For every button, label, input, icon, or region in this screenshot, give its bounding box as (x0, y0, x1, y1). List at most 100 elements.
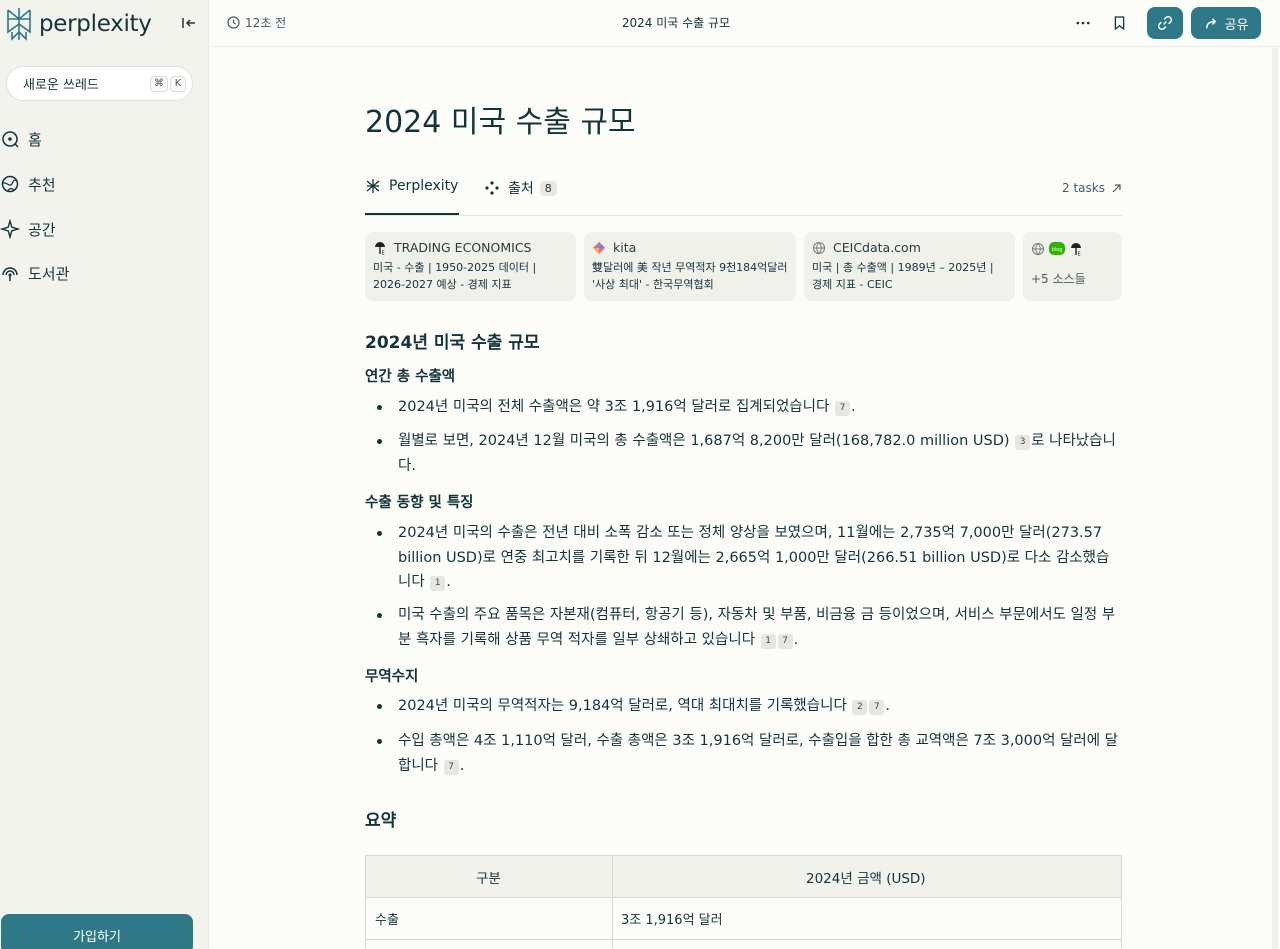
shortcut-key: K (170, 76, 186, 92)
new-thread-button[interactable]: 새로운 쓰레드 ⌘ K (6, 66, 193, 101)
brand-logo[interactable]: perplexity (5, 6, 152, 42)
table-cell (366, 940, 613, 949)
home-compass-icon (2, 131, 19, 148)
tab-perplexity-label: Perplexity (389, 178, 459, 194)
citation-badge[interactable]: 7 (777, 633, 793, 649)
signup-button[interactable]: 가입하기 (1, 914, 193, 949)
collapse-icon (182, 18, 195, 28)
page-title: 2024 미국 수출 규모 (365, 105, 636, 140)
table-row: 수출 3조 1,916억 달러 (366, 898, 1121, 940)
source-title: 雙달러에 美 작년 무역적자 9천184억달러 '사상 최대' - 한국무역협회 (592, 261, 788, 291)
share-arrow-icon (1205, 17, 1216, 28)
list-item-text: 미국 수출의 주요 품목은 자본재(컴퓨터, 항공기 등), 자동차 및 부품,… (398, 607, 1116, 648)
sparkle-icon (0, 219, 20, 239)
bookmark-button[interactable] (1108, 12, 1130, 34)
thread-title: 2024 미국 수출 규모 (621, 16, 731, 30)
list-item: 미국 수출의 주요 품목은 자본재(컴퓨터, 항공기 등), 자동차 및 부품,… (365, 603, 1122, 652)
perplexity-small-icon (366, 179, 380, 193)
more-sources-label: +5 소스들 (1031, 272, 1086, 286)
share-button[interactable]: 공유 (1191, 7, 1261, 39)
source-site: kita (613, 240, 637, 255)
subheading-annual-exports: 연간 총 수출액 (365, 369, 456, 385)
list-item: 2024년 미국의 무역적자는 9,184억 달러로, 역대 최대치를 기록했습… (365, 694, 1122, 719)
citation-badge[interactable]: 2 (852, 700, 868, 715)
naver-blog-favicon-icon: blog (1049, 242, 1065, 255)
tab-sources[interactable]: 출처 8 (484, 178, 557, 198)
globe-icon (1, 175, 19, 193)
list-item: 2024년 미국의 수출은 전년 대비 소폭 감소 또는 정체 양상을 보였으며… (365, 521, 1122, 595)
active-tab-indicator (365, 213, 459, 215)
table-cell: 수출 (366, 898, 613, 939)
tab-perplexity[interactable]: Perplexity (365, 178, 458, 194)
kita-favicon-icon (593, 241, 605, 254)
citation-badge[interactable]: 7 (443, 759, 459, 775)
tasks-link[interactable]: 2 tasks (1062, 181, 1122, 195)
citation-badge[interactable]: 3 (1015, 435, 1031, 450)
share-label: 공유 (1224, 17, 1249, 33)
list-item: 수입 총액은 4조 1,110억 달러, 수출 총액은 3조 1,916억 달러… (365, 729, 1122, 778)
sources-icon (485, 181, 499, 195)
link-icon (1157, 15, 1173, 31)
subheading-export-trends: 수출 동향 및 특징 (365, 495, 474, 511)
table-header-cell: 구분 (366, 856, 613, 897)
table-cell: 3조 1,916억 달러 (621, 913, 723, 928)
citation-badge[interactable]: 1 (760, 633, 776, 649)
citation-badge[interactable]: 7 (834, 401, 850, 416)
source-card[interactable]: E TRADING ECONOMICS 미국 - 수출 | 1950-2025 … (365, 232, 576, 301)
nav-spaces[interactable]: 공간 (0, 215, 56, 243)
source-title: 미국 | 총 수출액 | 1989년 – 2025년 | 경제 지표 - CEI… (812, 261, 994, 291)
arrow-up-right-icon (1112, 183, 1121, 192)
nav-home-label: 홈 (28, 130, 42, 149)
list-item-text: 수입 총액은 4조 1,110억 달러, 수출 총액은 3조 1,916억 달러… (398, 733, 1119, 774)
list-item-text: 2024년 미국의 전체 수출액은 약 3조 1,916억 달러로 집계되었습니… (398, 399, 830, 415)
list-item-text: 2024년 미국의 무역적자는 9,184억 달러로, 역대 최대치를 기록했습… (398, 698, 847, 714)
nav-library-label: 도서관 (28, 264, 70, 283)
more-options-button[interactable] (1072, 12, 1094, 34)
source-head: CEICdata.com (812, 240, 1007, 255)
nav-discover-label: 추천 (28, 175, 56, 194)
subheading-trade-balance: 무역수지 (365, 669, 419, 685)
svg-text:E: E (382, 250, 385, 255)
nav-home[interactable]: 홈 (0, 125, 42, 153)
citation-badge[interactable]: 7 (869, 700, 885, 715)
trading-economics-favicon-icon: E (375, 241, 385, 255)
source-head: E TRADING ECONOMICS (373, 240, 568, 255)
globe-favicon-icon (1032, 243, 1044, 256)
top-bar: 12초 전 2024 미국 수출 규모 공유 (210, 0, 1280, 47)
nav-discover[interactable]: 추천 (0, 170, 56, 198)
answer-tabs: Perplexity 출처 8 2 tasks (365, 174, 1122, 216)
globe-favicon-icon (813, 241, 825, 254)
table-cell (613, 940, 1121, 949)
source-card[interactable]: CEICdata.com 미국 | 총 수출액 | 1989년 – 2025년 … (804, 232, 1015, 301)
new-thread-label: 새로운 쓰레드 (23, 78, 99, 93)
sidebar: perplexity 새로운 쓰레드 ⌘ K 홈 추천 공간 도서관 가입하기 (0, 0, 209, 949)
source-card[interactable]: kita 雙달러에 美 작년 무역적자 9천184억달러 '사상 최대' - 한… (584, 232, 796, 301)
section-title: 2024년 미국 수출 규모 (365, 333, 540, 353)
nav-library[interactable]: 도서관 (0, 259, 69, 287)
summary-heading: 요약 (365, 811, 397, 831)
table-header-cell: 2024년 금액 (USD) (613, 856, 1121, 897)
more-sources-card[interactable]: blog E +5 소스들 (1023, 232, 1122, 301)
source-title: 미국 - 수출 | 1950-2025 데이터 | 2026-2027 예상 -… (373, 261, 537, 291)
tab-sources-label: 출처 (508, 181, 534, 197)
shortcut-cmd: ⌘ (150, 76, 168, 92)
citation-badge[interactable]: 1 (430, 576, 446, 591)
list-item: 2024년 미국의 전체 수출액은 약 3조 1,916억 달러로 집계되었습니… (365, 395, 1122, 420)
summary-table: 구분 2024년 금액 (USD) 수출 3조 1,916억 달러 (365, 855, 1122, 949)
trading-economics-favicon-icon: E (1071, 243, 1081, 257)
ellipsis-icon (1076, 21, 1090, 25)
svg-text:E: E (1078, 252, 1081, 257)
bookmark-icon (1114, 16, 1124, 30)
copy-link-button[interactable] (1147, 7, 1183, 39)
nav-spaces-label: 공간 (28, 220, 56, 239)
scrollbar[interactable] (1272, 48, 1278, 949)
more-sources-icons: blog E (1031, 241, 1114, 257)
collapse-sidebar-button[interactable] (180, 14, 198, 32)
table-header-row: 구분 2024년 금액 (USD) (366, 856, 1121, 898)
blog-badge-text: blog (1052, 247, 1063, 253)
list-item: 월별로 보면, 2024년 12월 미국의 총 수출액은 1,687억 8,20… (365, 429, 1122, 478)
perplexity-logo-icon (7, 8, 31, 41)
library-icon (2, 267, 18, 281)
source-head: kita (592, 240, 788, 255)
list-item-text: 월별로 보면, 2024년 12월 미국의 총 수출액은 1,687억 8,20… (398, 433, 1010, 449)
